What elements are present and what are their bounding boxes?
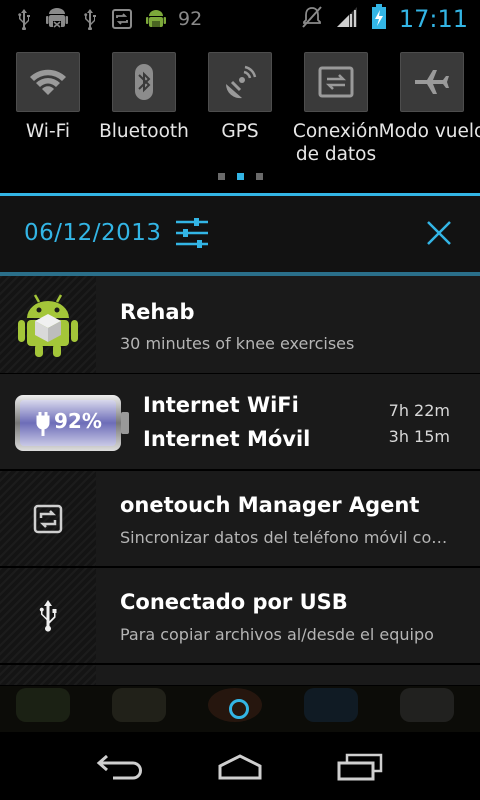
settings-sliders-icon (176, 218, 208, 248)
shade-drag-handle[interactable] (229, 699, 249, 719)
sync-icon (33, 504, 63, 533)
pager-dot[interactable] (217, 173, 225, 180)
status-bar: 92 17:11 (0, 0, 480, 38)
home-app-icon (112, 688, 166, 722)
battery-charging-icon (371, 4, 387, 34)
gps-icon (225, 65, 257, 99)
usb-icon (39, 599, 57, 632)
quick-settings-pager (0, 173, 480, 180)
notification-title: Conectado por USB (120, 590, 348, 614)
back-icon (96, 754, 142, 780)
data-connection-label: Conexión de datos (292, 121, 380, 165)
notification-usb[interactable]: Conectado por USB Para copiar archivos a… (0, 568, 480, 664)
notification-rehab[interactable]: Rehab 30 minutes of knee exercises (0, 276, 480, 374)
airplane-mode-label: Modo vuelo (378, 121, 480, 142)
notification-text: Para copiar archivos al/desde el equipo (120, 625, 434, 644)
gps-toggle[interactable] (208, 52, 272, 112)
home-icon (218, 754, 262, 780)
home-button[interactable] (210, 748, 270, 786)
navigation-bar (0, 732, 480, 800)
bluetooth-label: Bluetooth (99, 121, 189, 142)
notification-icon-box (0, 276, 96, 373)
notification-title: onetouch Manager Agent (120, 493, 420, 517)
battery-usage-label-wifi: Internet WiFi (143, 393, 299, 417)
notification-icon-box (0, 471, 96, 566)
data-connection-toggle[interactable] (304, 52, 368, 112)
battery-percent: 92% (54, 409, 102, 433)
signal-icon (335, 5, 359, 33)
bluetooth-icon (135, 64, 153, 100)
battery-usage-label-mobile: Internet Móvil (143, 427, 311, 451)
recent-apps-button[interactable] (330, 748, 390, 786)
data-connection-icon (318, 66, 354, 98)
settings-button[interactable] (175, 218, 209, 248)
notification-title: Rehab (120, 300, 195, 324)
airplane-icon (415, 70, 449, 94)
battery-usage-time-wifi: 7h 22m (388, 401, 450, 420)
notification-icon-box (0, 568, 96, 663)
battery-usage-time-mobile: 3h 15m (388, 427, 450, 446)
notification-battery[interactable]: 92% (0, 374, 480, 470)
home-app-icon (304, 688, 358, 722)
rehab-app-icon (18, 293, 78, 357)
wifi-icon (30, 69, 66, 95)
notification-text: Sincronizar datos del teléfono móvil con… (120, 528, 455, 547)
usb-icon (16, 8, 32, 30)
bluetooth-toggle[interactable] (112, 52, 176, 112)
quick-settings-panel: Wi-Fi Bluetooth GPS Conexión de datos Mo… (0, 38, 480, 194)
gps-label: GPS (221, 121, 259, 142)
notification-header: 06/12/2013 (0, 196, 480, 272)
airplane-mode-toggle[interactable] (400, 52, 464, 112)
wifi-label: Wi-Fi (25, 121, 71, 142)
recent-apps-icon (337, 753, 383, 781)
home-app-icon (16, 688, 70, 722)
usb-icon (82, 8, 98, 30)
back-button[interactable] (90, 748, 150, 786)
pager-dot[interactable] (255, 173, 263, 180)
notification-onetouch[interactable]: onetouch Manager Agent Sincronizar datos… (0, 471, 480, 567)
status-time: 17:11 (398, 5, 468, 33)
mute-icon (301, 5, 323, 33)
wifi-toggle[interactable] (16, 52, 80, 112)
pager-dot-active[interactable] (236, 173, 244, 180)
notification-peek (0, 665, 480, 686)
close-icon (427, 221, 451, 245)
clear-notifications-button[interactable] (424, 218, 454, 248)
sync-icon (112, 9, 132, 29)
header-date: 06/12/2013 (24, 220, 162, 246)
home-app-icon (400, 688, 454, 722)
notification-text: 30 minutes of knee exercises (120, 334, 355, 353)
android-debug-icon (46, 7, 68, 31)
notification-icon-box (0, 665, 96, 685)
status-battery-level: 92 (178, 8, 203, 30)
android-icon (146, 7, 166, 31)
